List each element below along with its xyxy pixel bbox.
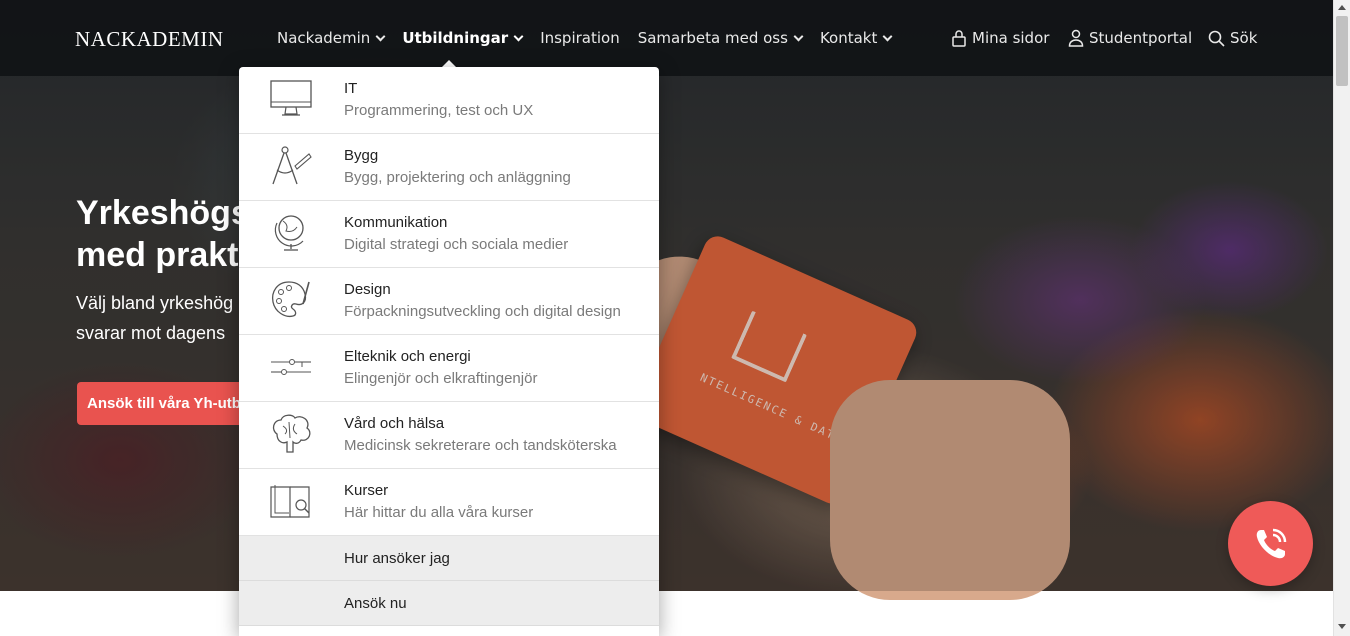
dropdown-item-title: Bygg: [344, 147, 379, 164]
dropdown-item-it[interactable]: IT Programmering, test och UX: [239, 67, 659, 134]
hero-sub-line2: svarar mot dagens: [76, 323, 226, 343]
studentportal-link[interactable]: Studentportal: [1068, 29, 1192, 47]
dropdown-item-desc: Medicinsk sekreterare och tandsköterska: [344, 437, 617, 454]
palette-icon: [271, 281, 310, 318]
main-nav: Nackademin Utbildningar Inspiration Sama…: [277, 29, 909, 47]
globe-icon: [274, 215, 304, 251]
nav-item-nackademin[interactable]: Nackademin: [277, 29, 386, 47]
site-header: NACKADEMIN Nackademin Utbildningar Inspi…: [0, 0, 1333, 76]
dropdown-link-ansok-nu[interactable]: Ansök nu: [239, 581, 659, 626]
search-link[interactable]: Sök: [1208, 29, 1257, 47]
nav-item-kontakt[interactable]: Kontakt: [820, 29, 893, 47]
scroll-thumb[interactable]: [1336, 16, 1348, 86]
page-scrollbar[interactable]: [1333, 0, 1350, 636]
user-icon: [1068, 29, 1084, 47]
monitor-icon: [270, 80, 312, 116]
chevron-down-icon: [375, 31, 386, 41]
scroll-up-arrow-icon[interactable]: [1338, 5, 1346, 10]
dropdown-item-desc: Bygg, projektering och anläggning: [344, 169, 571, 186]
nav-item-utbildningar[interactable]: Utbildningar: [402, 29, 524, 47]
call-button[interactable]: [1228, 501, 1313, 586]
dropdown-item-design[interactable]: Design Förpackningsutveckling och digita…: [239, 268, 659, 335]
dropdown-item-title: Kurser: [344, 482, 389, 499]
mina-sidor-link[interactable]: Mina sidor: [951, 29, 1049, 47]
dropdown-item-desc: Förpackningsutveckling och digital desig…: [344, 303, 621, 320]
dropdown-item-title: Elteknik och energi: [344, 348, 471, 365]
dropdown-item-title: Vård och hälsa: [344, 415, 445, 432]
circuit-icon: [271, 359, 311, 375]
hero-sub-line1: Välj bland yrkeshög: [76, 293, 234, 313]
chevron-down-icon: [793, 31, 804, 41]
phone-icon: [1256, 528, 1286, 558]
dropdown-item-elteknik[interactable]: Elteknik och energi Elingenjör och elkra…: [239, 335, 659, 402]
search-icon: [1208, 30, 1225, 47]
dropdown-item-title: IT: [344, 80, 358, 97]
dropdown-item-vard[interactable]: Vård och hälsa Medicinsk sekreterare och…: [239, 402, 659, 469]
book-search-icon: [270, 485, 310, 518]
utbildningar-dropdown: IT Programmering, test och UX Bygg Bygg,…: [239, 67, 659, 636]
nav-item-samarbeta[interactable]: Samarbeta med oss: [638, 29, 804, 47]
compass-ruler-icon: [272, 146, 312, 185]
dropdown-item-title: Design: [344, 281, 391, 298]
dropdown-item-title: Kommunikation: [344, 214, 448, 231]
scroll-down-arrow-icon[interactable]: [1338, 624, 1346, 629]
dropdown-item-desc: Programmering, test och UX: [344, 102, 534, 119]
site-logo[interactable]: NACKADEMIN: [75, 27, 224, 52]
dropdown-item-kurser[interactable]: Kurser Här hittar du alla våra kurser: [239, 469, 659, 536]
dropdown-item-desc: Här hittar du alla våra kurser: [344, 504, 534, 521]
dropdown-item-desc: Digital strategi och sociala medier: [344, 236, 569, 253]
dropdown-item-bygg[interactable]: Bygg Bygg, projektering och anläggning: [239, 134, 659, 201]
chevron-down-icon: [513, 31, 524, 41]
nav-item-inspiration[interactable]: Inspiration: [540, 29, 620, 47]
dropdown-item-desc: Elingenjör och elkraftingenjör: [344, 370, 538, 387]
dropdown-link-hur-ansoker[interactable]: Hur ansöker jag: [239, 536, 659, 581]
brain-icon: [272, 414, 311, 453]
hero-subtitle: Välj bland yrkeshög svarar mot dagens: [76, 288, 246, 348]
lock-icon: [952, 30, 966, 47]
chevron-down-icon: [882, 31, 893, 41]
dropdown-item-kommunikation[interactable]: Kommunikation Digital strategi och socia…: [239, 201, 659, 268]
